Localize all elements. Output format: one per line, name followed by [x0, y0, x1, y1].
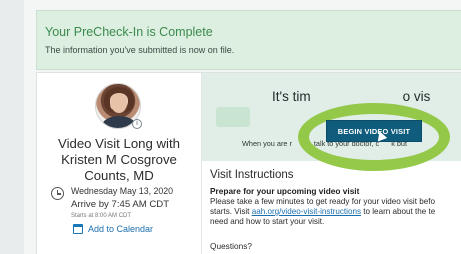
arrive-by-time: Arrive by 7:45 AM CDT [71, 199, 170, 210]
add-to-calendar-label: Add to Calendar [88, 224, 154, 234]
banner-message: The information you've submitted is now … [45, 45, 235, 55]
hero-heading-end: o vis [402, 89, 431, 104]
precheckin-banner: Your PreCheck-In is Complete The informa… [36, 10, 461, 70]
visit-instructions-heading: Visit Instructions [210, 169, 294, 181]
add-to-calendar-link[interactable]: Add to Calendar [73, 224, 153, 234]
hero-heading: It's tim o vis [272, 89, 430, 104]
calendar-icon [73, 224, 83, 234]
appointment-card: i Video Visit Long with Kristen M Cosgro… [36, 72, 461, 254]
appointment-date: Wednesday May 13, 2020 [71, 186, 174, 196]
clock-icon [51, 187, 64, 200]
appointment-summary: i Video Visit Long with Kristen M Cosgro… [37, 73, 201, 254]
body-line-2-end: to learn about the te [361, 207, 436, 216]
video-visit-instructions-link[interactable]: aah.org/video-visit-instructions [252, 207, 361, 216]
hero-heading-start: It's tim [272, 89, 311, 104]
avatar-body [102, 116, 136, 128]
body-line-1: Please take a few minutes to get ready f… [210, 197, 435, 206]
start-time: Starts at 8:00 AM CDT [71, 213, 132, 219]
visit-title: Video Visit Long with Kristen M Cosgrove… [58, 136, 180, 183]
body-line-2-start: starts. Visit [210, 207, 252, 216]
instructions-body: Please take a few minutes to get ready f… [210, 197, 461, 227]
hero-illustration [216, 107, 250, 127]
visit-panel: It's tim o vis When you are r talk to your… [201, 73, 461, 254]
begin-video-visit-button[interactable]: BEGIN VIDEO VISIT [326, 120, 422, 142]
prepare-heading: Prepare for your upcoming video visit [210, 186, 360, 196]
banner-title: Your PreCheck-In is Complete [45, 25, 213, 39]
app-frame: Your PreCheck-In is Complete The informa… [24, 0, 461, 254]
hero-subtext-left: When you are r [242, 139, 292, 148]
questions-heading: Questions? [210, 241, 252, 251]
body-line-3: need and how to start your visit. [210, 217, 325, 226]
body-line-2: starts. Visit aah.org/video-visit-instru… [210, 207, 461, 217]
avatar-face [111, 93, 127, 113]
info-icon[interactable]: i [132, 119, 142, 129]
